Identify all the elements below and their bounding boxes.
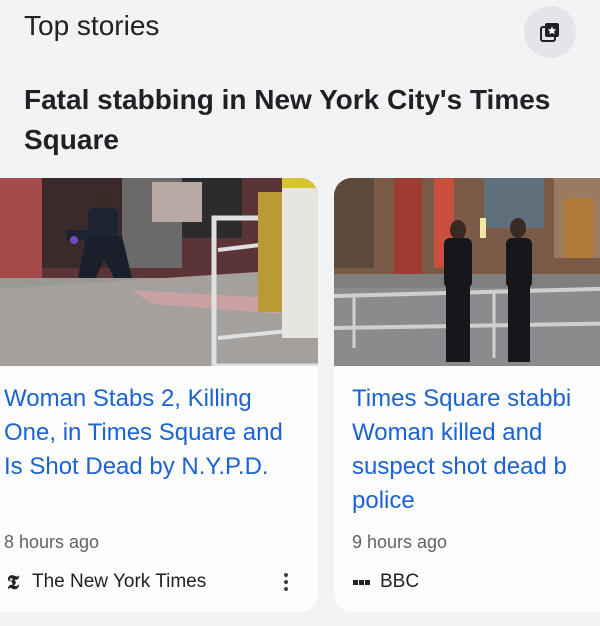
- nyt-logo-icon: 𝕿: [6, 570, 20, 594]
- news-card-title-line: suspect shot dead b: [352, 453, 567, 480]
- news-card-image[interactable]: [334, 178, 600, 366]
- more-options-button[interactable]: [274, 568, 298, 596]
- star-bookmark-icon: [540, 23, 559, 42]
- news-card[interactable]: Times Square stabbi Woman killed and sus…: [334, 178, 600, 612]
- news-card-title-line: Times Square stabbi: [352, 385, 572, 412]
- story-headline[interactable]: Fatal stabbing in New York City's Times …: [24, 80, 584, 160]
- news-card-title-line: police: [352, 487, 415, 514]
- news-card[interactable]: Woman Stabs 2, Killing One, in Times Squ…: [0, 178, 318, 612]
- news-card-timestamp: 8 hours ago: [4, 532, 100, 552]
- news-card-image[interactable]: [0, 178, 318, 366]
- news-card-source-name: BBC: [380, 571, 420, 592]
- news-carousel[interactable]: Woman Stabs 2, Killing One, in Times Squ…: [0, 178, 600, 614]
- news-card-source[interactable]: BBC: [352, 570, 419, 594]
- section-header: Top stories: [24, 6, 159, 46]
- news-card-source[interactable]: 𝕿 The New York Times: [4, 570, 206, 594]
- news-card-timestamp: 9 hours ago: [352, 532, 448, 552]
- news-card-title[interactable]: Woman Stabs 2, Killing One, in Times Squ…: [4, 382, 304, 484]
- bbc-logo-icon: [352, 574, 370, 590]
- news-card-title[interactable]: Times Square stabbi Woman killed and sus…: [352, 382, 600, 518]
- news-card-source-name: The New York Times: [32, 571, 207, 592]
- nypd-officer-scene-image: [0, 178, 318, 366]
- section-title: Top stories: [24, 10, 160, 41]
- news-card-title-line: Woman killed and: [352, 419, 543, 446]
- more-vert-icon: [284, 573, 288, 577]
- save-story-button[interactable]: [524, 6, 576, 58]
- police-officers-scene-image: [334, 178, 600, 366]
- top-stories-page: Top stories Fatal stabbing in New York C…: [0, 0, 600, 626]
